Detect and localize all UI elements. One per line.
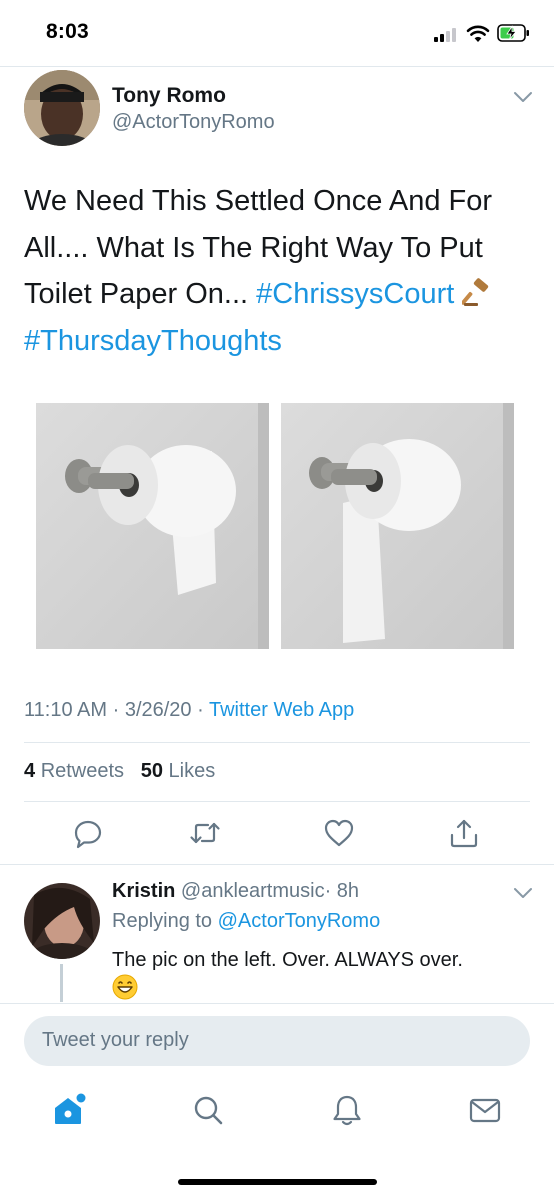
replying-to: Replying to @ActorTonyRomo bbox=[112, 910, 380, 933]
reply-time: · 8h bbox=[324, 880, 360, 902]
home-icon[interactable] bbox=[50, 1092, 86, 1128]
share-icon[interactable] bbox=[447, 816, 481, 850]
author-name[interactable]: Tony Romo bbox=[112, 84, 226, 108]
hashtag-thursday-thoughts[interactable]: #ThursdayThoughts bbox=[24, 325, 282, 357]
likes-stat[interactable]: 50 Likes bbox=[141, 760, 216, 782]
like-count: 50 bbox=[140, 760, 163, 782]
reply-text-body: The pic on the left. Over. ALWAYS over. bbox=[112, 949, 463, 971]
grinning-face-icon bbox=[112, 974, 138, 1000]
hashtag-chrissys-court[interactable]: #ChrissysCourt bbox=[256, 278, 454, 310]
tweet-stats: 4 Retweets 50 Likes bbox=[24, 760, 215, 783]
messages-icon[interactable] bbox=[467, 1092, 503, 1128]
status-divider bbox=[0, 66, 554, 67]
tweet-source-link[interactable]: Twitter Web App bbox=[209, 699, 354, 721]
author-avatar[interactable] bbox=[24, 70, 100, 146]
reply-author-name[interactable]: Kristin bbox=[112, 880, 175, 902]
reply-text: The pic on the left. Over. ALWAYS over. bbox=[112, 946, 532, 1003]
compose-placeholder: Tweet your reply bbox=[42, 1029, 189, 1051]
search-icon[interactable] bbox=[190, 1092, 226, 1128]
meta-separator: · bbox=[197, 699, 204, 721]
author-handle[interactable]: @ActorTonyRomo bbox=[112, 111, 275, 134]
status-bar: 8:03 bbox=[0, 0, 554, 66]
toilet-paper-under-photo[interactable] bbox=[281, 403, 514, 649]
replying-to-prefix: Replying to bbox=[112, 910, 213, 932]
like-label: Likes bbox=[168, 760, 216, 782]
tweet-text: We Need This Settled Once And For All...… bbox=[24, 178, 534, 364]
reply-divider bbox=[0, 1003, 554, 1004]
chevron-down-icon[interactable] bbox=[512, 90, 534, 104]
reply-author-handle[interactable]: @ankleartmusic bbox=[181, 880, 325, 902]
stats-divider bbox=[24, 801, 530, 802]
like-icon[interactable] bbox=[322, 816, 356, 850]
reply-compose-input[interactable]: Tweet your reply bbox=[24, 1016, 530, 1066]
reply-header: Kristin @ankleartmusic· 8h bbox=[112, 880, 359, 903]
actions-divider bbox=[0, 864, 554, 865]
status-time: 8:03 bbox=[46, 20, 89, 43]
tweet-meta: 11:10 AM · 3/26/20 · Twitter Web App bbox=[24, 699, 354, 722]
thread-line bbox=[60, 964, 63, 1002]
wifi-icon bbox=[466, 25, 490, 42]
home-indicator bbox=[178, 1179, 377, 1185]
retweet-count: 4 bbox=[24, 760, 36, 782]
meta-divider bbox=[24, 742, 530, 743]
toilet-paper-over-photo[interactable] bbox=[36, 403, 269, 649]
reply-author-avatar[interactable] bbox=[24, 883, 100, 959]
retweet-label: Retweets bbox=[40, 760, 125, 782]
retweets-stat[interactable]: 4 Retweets bbox=[24, 760, 124, 782]
tweet-time: 11:10 AM bbox=[24, 699, 108, 721]
reply-icon[interactable] bbox=[71, 816, 105, 850]
battery-charging-icon bbox=[497, 24, 529, 42]
chevron-down-icon[interactable] bbox=[512, 886, 534, 900]
meta-separator: · bbox=[112, 699, 120, 721]
tweet-date: 3/26/20 bbox=[124, 699, 192, 721]
gavel-icon bbox=[461, 278, 489, 306]
cellular-signal-icon bbox=[434, 28, 460, 42]
notifications-icon[interactable] bbox=[329, 1092, 365, 1128]
replying-to-handle[interactable]: @ActorTonyRomo bbox=[218, 910, 381, 932]
retweet-icon[interactable] bbox=[188, 816, 222, 850]
